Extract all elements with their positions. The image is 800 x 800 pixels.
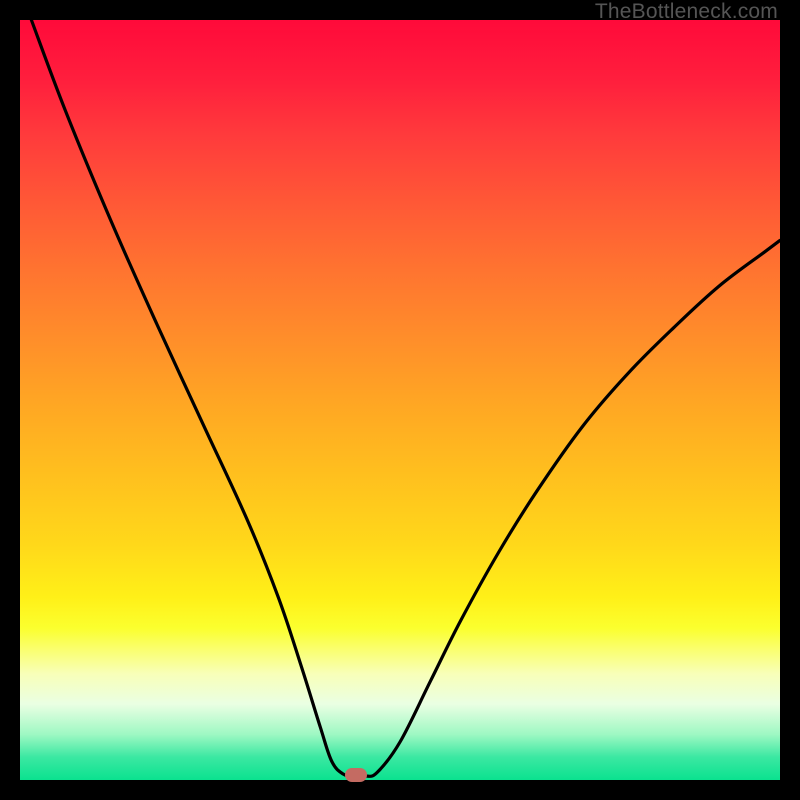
plot-area bbox=[20, 20, 780, 780]
chart-frame: TheBottleneck.com bbox=[0, 0, 800, 800]
bottleneck-curve bbox=[31, 20, 780, 777]
optimal-point-marker bbox=[345, 768, 367, 782]
curve-svg bbox=[20, 20, 780, 780]
